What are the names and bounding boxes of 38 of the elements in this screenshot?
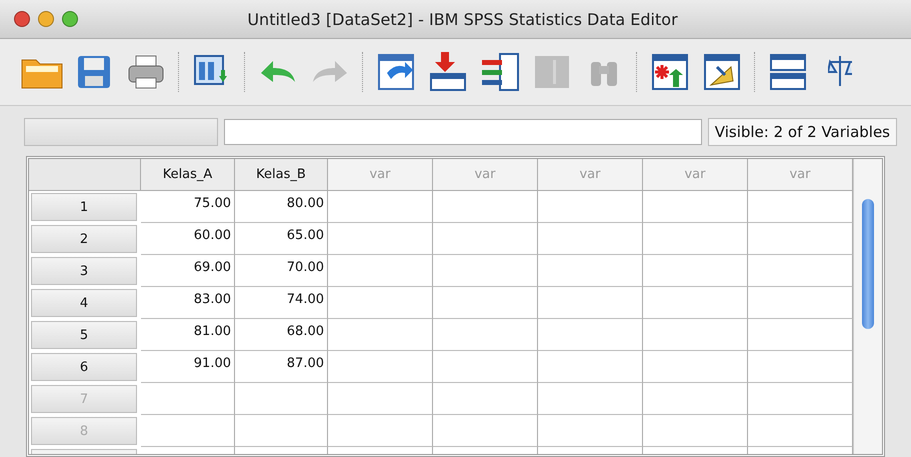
- column-header[interactable]: Kelas_B: [235, 159, 328, 191]
- table-ruler-icon: [703, 53, 741, 91]
- insert-column-icon: [480, 52, 520, 92]
- row-header[interactable]: 6: [31, 353, 137, 381]
- table-cell: 70.00: [235, 255, 328, 287]
- save-icon: [76, 54, 112, 90]
- row-header[interactable]: 2: [31, 225, 137, 253]
- window-title: Untitled3 [DataSet2] - IBM SPSS Statistics Data Editor: [246, 10, 679, 28]
- table-cell: 83.00: [141, 287, 235, 319]
- table-cell: 91.00: [141, 351, 235, 383]
- row-header[interactable]: 5: [31, 321, 137, 349]
- table-cell: 87.00: [235, 351, 328, 383]
- scrollbar[interactable]: [853, 159, 882, 454]
- zoom-button[interactable]: [62, 11, 78, 27]
- insert-row-icon: [429, 52, 467, 92]
- table-cell: 75.00: [141, 191, 235, 223]
- scroll-thumb[interactable]: [862, 199, 874, 329]
- cell-value-field[interactable]: [224, 119, 702, 145]
- table-cell: 69.00: [141, 255, 235, 287]
- table-cell: 68.00: [235, 319, 328, 351]
- close-button[interactable]: [14, 11, 30, 27]
- table-cell: 60.00: [141, 223, 235, 255]
- row-header[interactable]: 4: [31, 289, 137, 317]
- table-cell: 80.00: [235, 191, 328, 223]
- cell-reference-field[interactable]: [24, 118, 218, 146]
- row-header[interactable]: 1: [31, 193, 137, 221]
- table-cell: 65.00: [235, 223, 328, 255]
- table-icon: [769, 53, 807, 91]
- split-panel-icon: [533, 54, 571, 90]
- column-header[interactable]: Kelas_A: [141, 159, 235, 191]
- row-header[interactable]: 3: [31, 257, 137, 285]
- table-cell: 81.00: [141, 319, 235, 351]
- printer-icon: [127, 54, 165, 90]
- undo-icon: [259, 59, 297, 85]
- minimize-button[interactable]: [38, 11, 54, 27]
- redo-icon: [311, 59, 349, 85]
- table-cell: 74.00: [235, 287, 328, 319]
- visible-variables-label: Visible: 2 of 2 Variables: [708, 118, 897, 146]
